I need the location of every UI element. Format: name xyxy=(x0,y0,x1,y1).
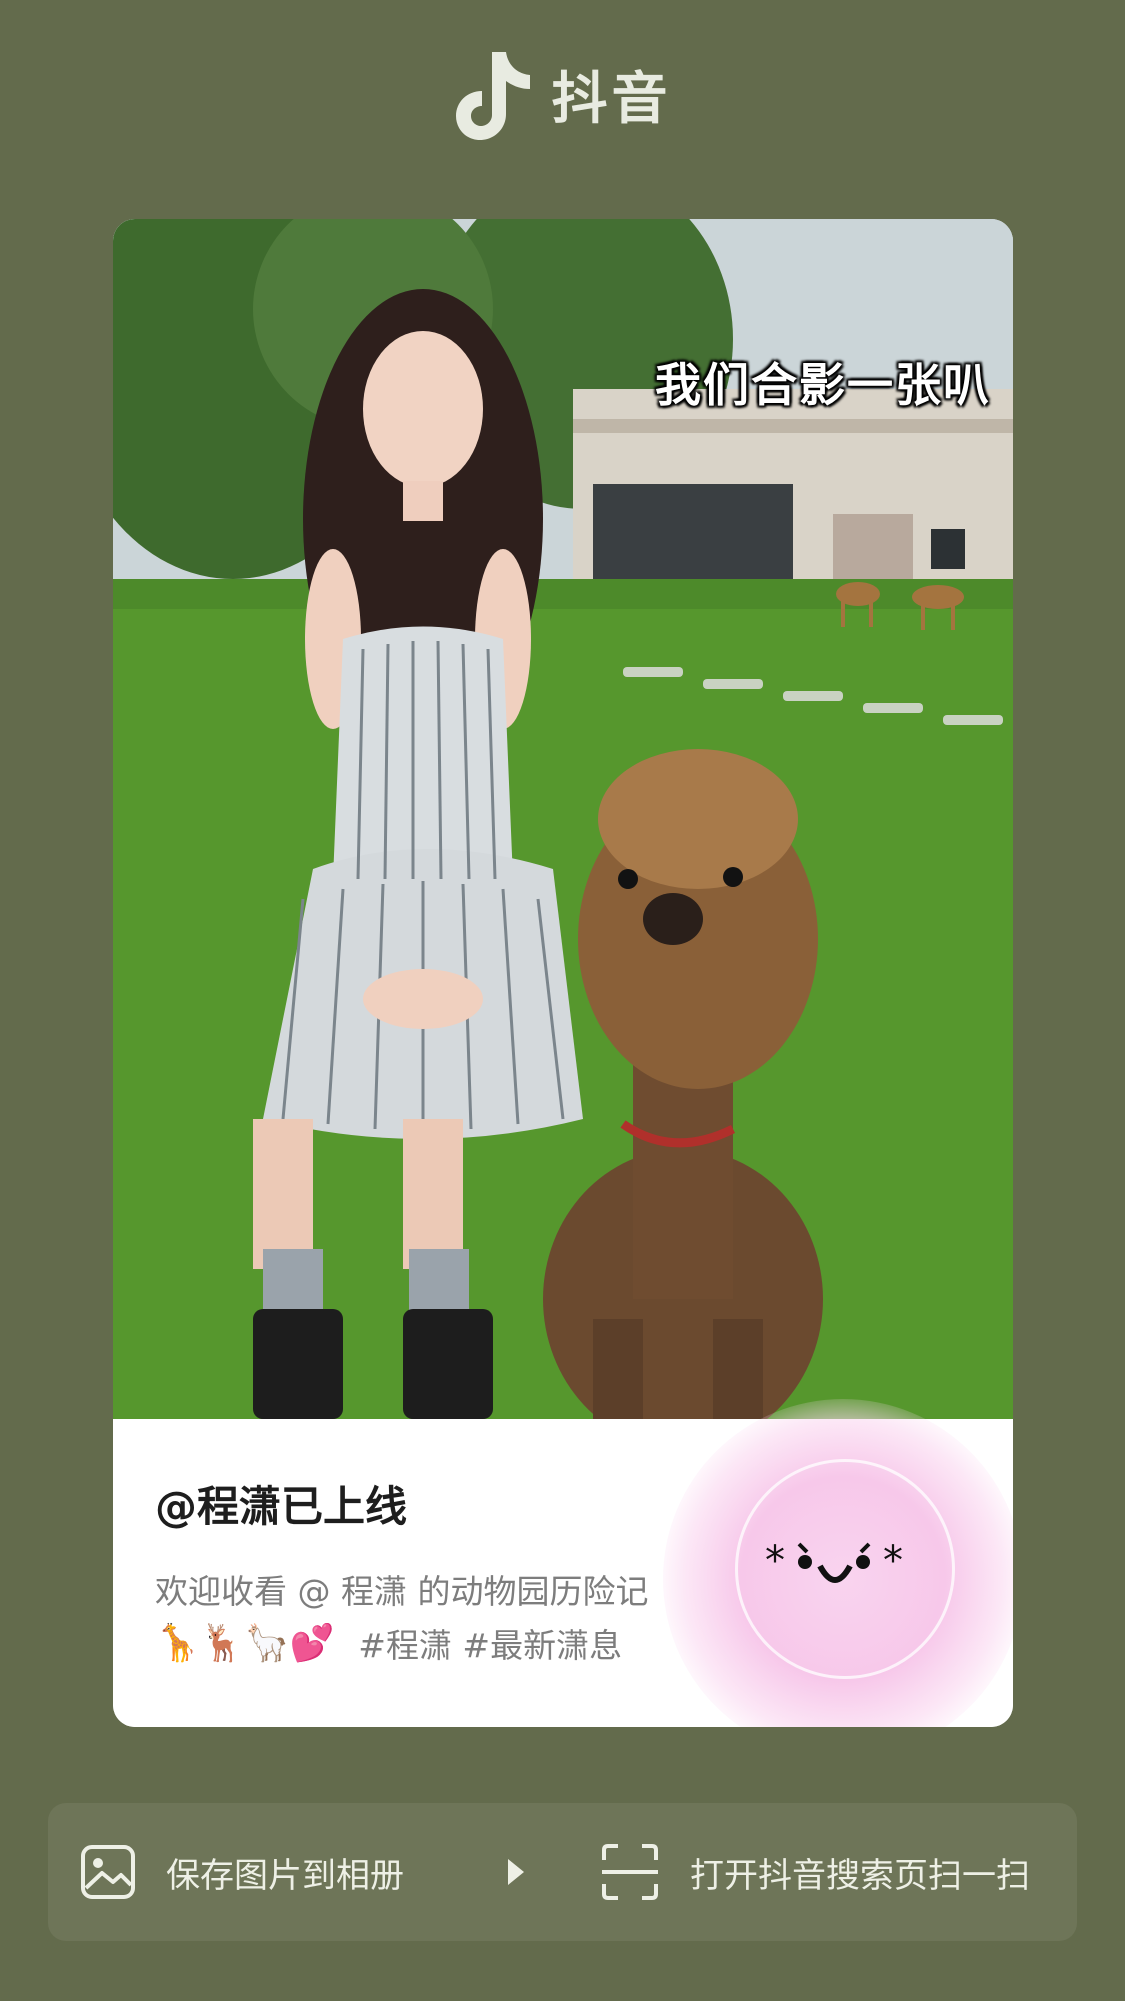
svg-text:*: * xyxy=(765,1538,785,1584)
scan-label: 打开抖音搜索页扫一扫 xyxy=(690,1855,1030,1896)
scan-icon xyxy=(602,1844,658,1900)
scan-button[interactable]: 打开抖音搜索页扫一扫 xyxy=(600,1803,1030,1941)
post-info: * * @程潇已上线 欢迎收看 @ 程潇 的动物园历险记 🦒🦌🦙💕 #程潇 #最… xyxy=(113,1399,1013,1727)
author-name: @程潇已上线 xyxy=(155,1482,408,1531)
post-description: 欢迎收看 @ 程潇 的动物园历险记 xyxy=(155,1572,649,1611)
app-logo: 抖音 xyxy=(0,44,1125,144)
post-emojis: 🦒🦌🦙💕 xyxy=(155,1623,335,1664)
post-hashtags: #程潇 #最新潇息 xyxy=(358,1626,623,1665)
save-image-button[interactable]: 保存图片到相册 xyxy=(80,1803,404,1941)
share-card: 我们合影一张叭 * * @程潇已上线 欢迎收看 @ 程潇 的动物园历险记 🦒🦌🦙… xyxy=(113,219,1013,1727)
app-name: 抖音 xyxy=(551,66,672,132)
svg-text:*: * xyxy=(883,1538,903,1584)
post-emojis-hashtags: 🦒🦌🦙💕 #程潇 #最新潇息 xyxy=(155,1619,622,1667)
share-toolbar: 保存图片到相册 打开抖音搜索页扫一扫 xyxy=(48,1803,1077,1941)
tiktok-note-icon xyxy=(455,52,530,140)
post-photo: 我们合影一张叭 xyxy=(113,219,1013,1419)
save-image-label: 保存图片到相册 xyxy=(166,1855,404,1896)
image-icon xyxy=(81,1845,135,1899)
qr-face-icon: * * xyxy=(765,1538,903,1584)
image-caption: 我们合影一张叭 xyxy=(655,358,991,412)
play-arrow-icon xyxy=(508,1859,524,1885)
